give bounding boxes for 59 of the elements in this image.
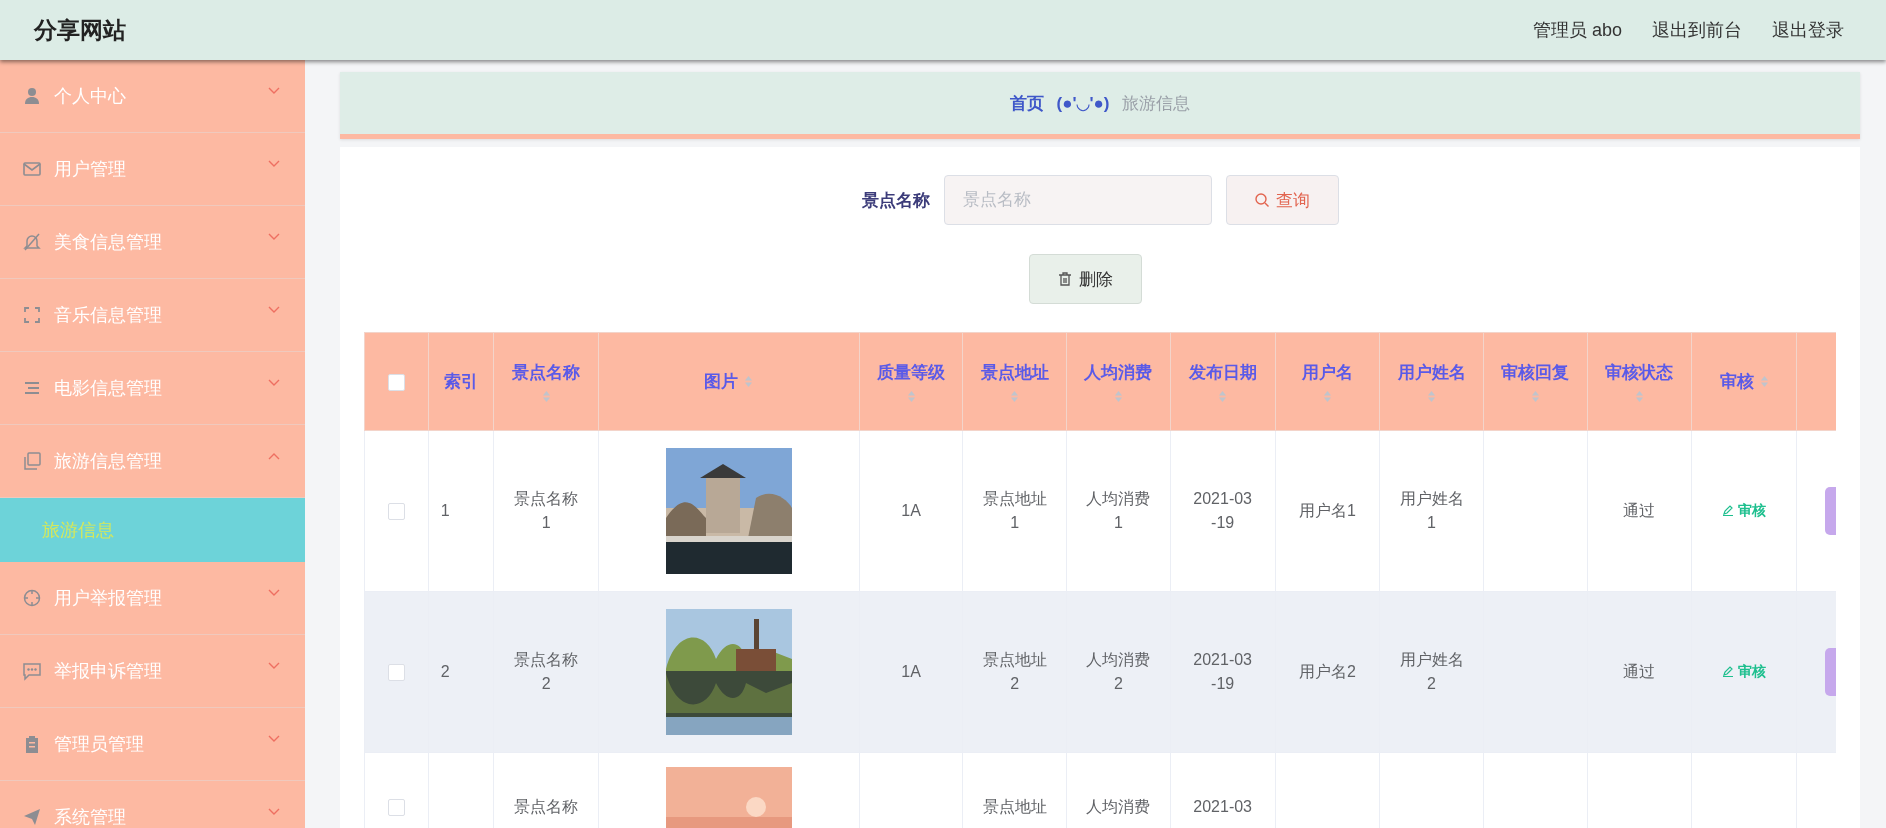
review-link[interactable]: 审核 bbox=[1722, 499, 1767, 521]
table-cell: 用户名1 bbox=[1298, 502, 1356, 519]
sidebar-item[interactable]: 管理员管理 bbox=[0, 708, 305, 781]
table-cell-text: 景点名称1 bbox=[513, 489, 580, 533]
column-header[interactable]: 图片 bbox=[598, 332, 860, 431]
table-cell-text: 景点名称2 bbox=[513, 650, 580, 694]
sidebar-item[interactable]: 系统管理 bbox=[0, 781, 305, 828]
table-cell-text: 景点地址2 bbox=[981, 650, 1048, 694]
search-field[interactable]: 景点名称 bbox=[943, 175, 1212, 225]
table-cell: 1 bbox=[440, 502, 450, 519]
table-row[interactable]: 1 景点名称1 1A 景点地址1 人均消费1 2021-03-19 用户名1 用户姓名1 通过 审核 bbox=[364, 430, 1836, 592]
table-cell: 用户名2 bbox=[1298, 663, 1356, 680]
column-header[interactable]: 索引 bbox=[428, 332, 494, 431]
table-cell-text: 人均消费 bbox=[1086, 797, 1151, 817]
site-title: 分享网站 bbox=[34, 15, 126, 45]
column-header[interactable]: 质量等级 bbox=[859, 332, 963, 431]
column-header[interactable]: 用户名 bbox=[1275, 332, 1380, 431]
header-link[interactable]: 管理员 abo bbox=[1532, 18, 1622, 42]
sidebar-item[interactable]: 电影信息管理 bbox=[0, 352, 305, 425]
table-cell-text: 2021-03-19 bbox=[1192, 489, 1253, 533]
breadcrumb-link[interactable]: 首页 bbox=[1010, 91, 1045, 115]
sidebar-item[interactable]: 个人中心 bbox=[0, 60, 305, 133]
table-cell-text: 2021-03 bbox=[1192, 797, 1253, 817]
breadcrumb-current: 旅游信息 bbox=[1121, 92, 1190, 115]
sidebar-item[interactable]: 举报申诉管理 bbox=[0, 635, 305, 708]
sidebar-item[interactable]: 用户管理 bbox=[0, 133, 305, 206]
delete-button[interactable]: 删除 bbox=[1028, 254, 1142, 304]
breadcrumb-separator: (●'◡'●) bbox=[1056, 92, 1110, 114]
column-header[interactable]: 用户姓名 bbox=[1379, 332, 1484, 431]
column-header[interactable]: 发布日期 bbox=[1170, 332, 1275, 431]
sidebar-item[interactable]: 美食信息管理 bbox=[0, 206, 305, 279]
header-link[interactable]: 退出到前台 bbox=[1652, 18, 1742, 42]
table-cell: 通过 bbox=[1623, 502, 1656, 519]
search-button[interactable]: 查询 bbox=[1225, 175, 1339, 225]
review-link[interactable]: 审核 bbox=[1722, 660, 1767, 682]
table-cell-text: 人均消费2 bbox=[1085, 650, 1152, 694]
table-cell-text: 景点地址 bbox=[982, 797, 1047, 817]
column-header[interactable]: 审核回复 bbox=[1483, 332, 1588, 431]
table-row[interactable]: 景点名称 景点地址 人均消费 2021-03 bbox=[364, 752, 1836, 828]
table-cell: 1A bbox=[901, 502, 921, 519]
table-row[interactable]: 2 景点名称2 1A 景点地址2 人均消费2 2021-03-19 用户名2 用户姓名2 通过 审核 bbox=[364, 591, 1836, 753]
header-link[interactable]: 退出登录 bbox=[1772, 18, 1844, 42]
sidebar-item[interactable]: 用户举报管理 bbox=[0, 562, 305, 635]
column-header[interactable]: 景点地址 bbox=[962, 332, 1067, 431]
table-cell-text: 2021-03-19 bbox=[1192, 650, 1253, 694]
column-header[interactable]: 审核 bbox=[1691, 332, 1797, 431]
column-header[interactable]: 审核状态 bbox=[1587, 332, 1692, 431]
search-label: 景点名称 bbox=[861, 189, 930, 212]
table-cell-text: 用户姓名1 bbox=[1398, 489, 1465, 533]
column-header[interactable]: 人均消费 bbox=[1066, 332, 1171, 431]
table-cell: 2 bbox=[440, 663, 450, 680]
table-cell-text: 景点地址1 bbox=[981, 489, 1048, 533]
table-cell-text: 用户姓名2 bbox=[1398, 650, 1465, 694]
table-cell: 1A bbox=[901, 663, 921, 680]
column-header[interactable]: 景点名称 bbox=[493, 332, 599, 431]
table-cell-text: 景点名称 bbox=[514, 797, 579, 817]
sidebar-item[interactable]: 音乐信息管理 bbox=[0, 279, 305, 352]
table-cell: 通过 bbox=[1623, 663, 1656, 680]
table-cell-text: 人均消费1 bbox=[1085, 489, 1152, 533]
